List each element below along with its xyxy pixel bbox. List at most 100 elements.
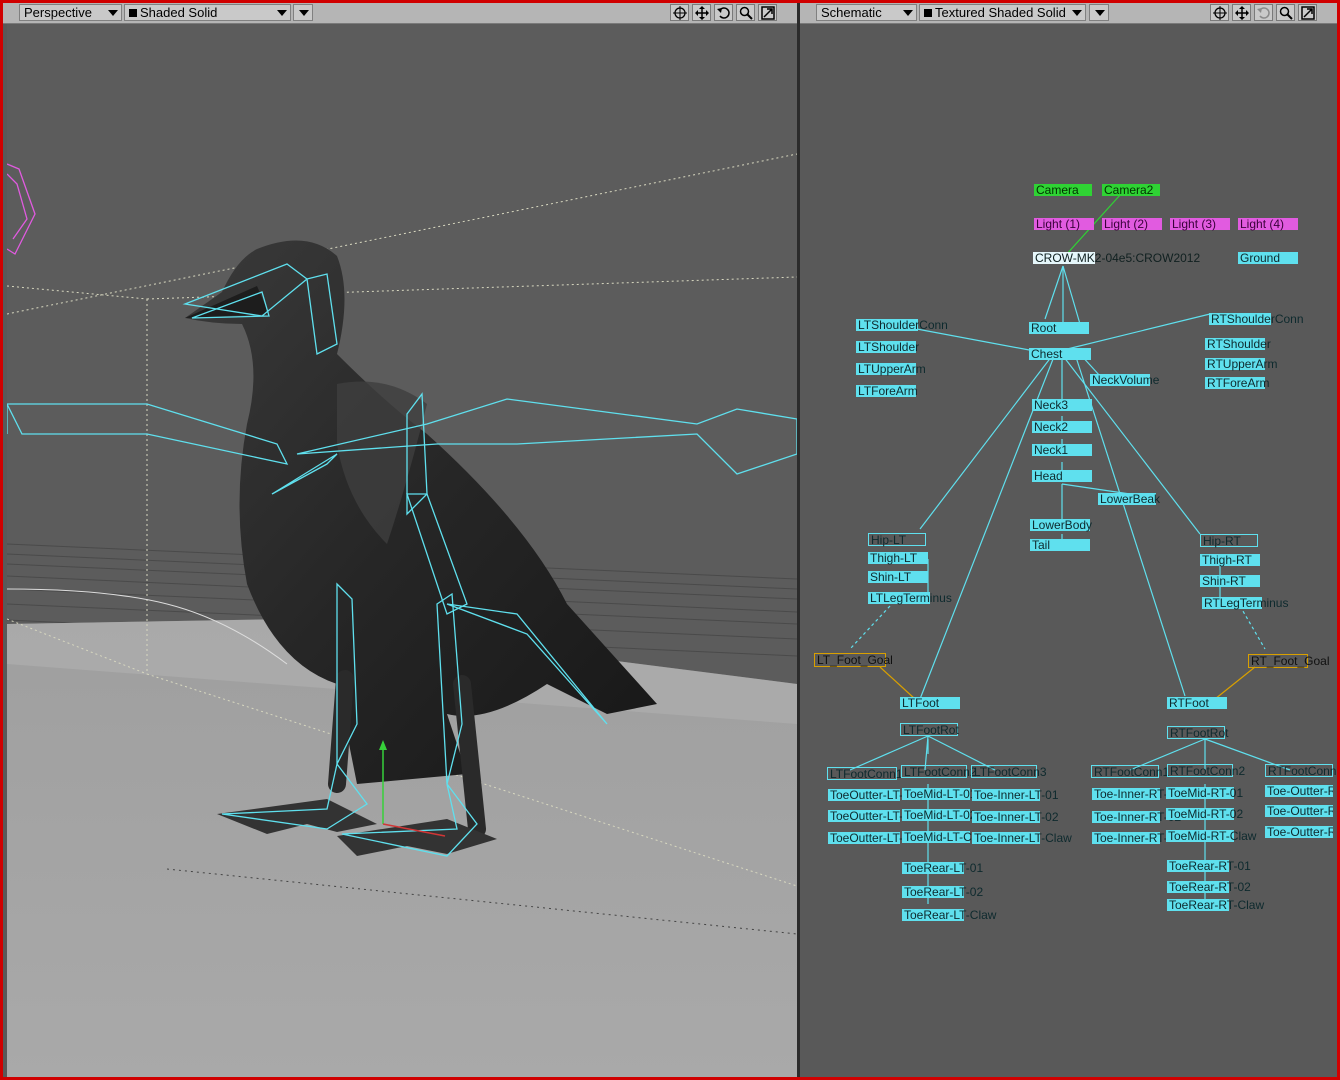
object-node-label: CROW-MK2-04e5:CROW2012 bbox=[1035, 251, 1201, 265]
shin-lt-node[interactable]: Shin-LT bbox=[868, 571, 928, 583]
tail-bone-node[interactable]: Tail bbox=[1030, 539, 1090, 551]
toeoutter-lt-claw-node[interactable]: ToeOutter-LT-Claw bbox=[828, 832, 930, 844]
toeoutter-lt-01-node[interactable]: ToeOutter-LT-01 bbox=[828, 789, 916, 801]
rtfootconn3-node[interactable]: RTFootConn3 bbox=[1265, 764, 1337, 777]
toerear-rt-claw-node[interactable]: ToeRear-RT-Claw bbox=[1167, 899, 1264, 911]
toerear-lt-02-node[interactable]: ToeRear-LT-02 bbox=[902, 886, 983, 898]
shading-label: Shaded Solid bbox=[140, 5, 218, 20]
chest-bone-node[interactable]: Chest bbox=[1029, 348, 1091, 360]
toe-inner-rt-02-node[interactable]: Toe-Inner-RT-02 bbox=[1092, 811, 1181, 823]
toerear-rt-01-node[interactable]: ToeRear-RT-01 bbox=[1167, 860, 1251, 872]
toe-inner-rt-claw-node[interactable]: Toe-Inner-RT-Claw bbox=[1092, 832, 1194, 844]
perspective-scene bbox=[7, 24, 797, 1077]
view-mode-dropdown[interactable]: Schematic bbox=[816, 4, 917, 21]
lowerbeak-bone-node[interactable]: LowerBeak bbox=[1098, 493, 1160, 505]
perspective-canvas[interactable] bbox=[7, 24, 797, 1077]
shading-dropdown[interactable]: Textured Shaded Solid bbox=[919, 4, 1086, 21]
rotate-button[interactable] bbox=[714, 4, 733, 21]
toe-inner-lt-02-node[interactable]: Toe-Inner-LT-02 bbox=[972, 811, 1059, 823]
move-button[interactable] bbox=[692, 4, 711, 21]
schematic-canvas[interactable]: Camera Camera2 Light (1) Light (2) Light… bbox=[800, 24, 1337, 1077]
center-icon bbox=[673, 6, 687, 20]
toe-inner-rt-01-node[interactable]: Toe-Inner-RT-01 bbox=[1092, 788, 1181, 800]
rtfootrot-node[interactable]: RTFootRot bbox=[1167, 726, 1228, 739]
ltshoulderconn-node[interactable]: LTShoulderConn bbox=[856, 319, 948, 331]
ltfootconn1-node[interactable]: LTFootConn1 bbox=[827, 767, 903, 780]
maximize-button[interactable] bbox=[1298, 4, 1317, 21]
toe-inner-lt-01-node[interactable]: Toe-Inner-LT-01 bbox=[972, 789, 1059, 801]
rtlegterminus-node[interactable]: RTLegTerminus bbox=[1202, 597, 1288, 609]
toemid-rt-02-node[interactable]: ToeMid-RT-02 bbox=[1166, 808, 1243, 820]
rtfootconn1-node[interactable]: RTFootConn1 bbox=[1091, 765, 1169, 778]
rtforearm-node[interactable]: RTForeArm bbox=[1205, 377, 1269, 389]
rt-foot-goal-node[interactable]: RT_Foot_Goal bbox=[1248, 654, 1330, 668]
rtshoulder-node[interactable]: RTShoulder bbox=[1205, 338, 1271, 350]
neck1-bone-node[interactable]: Neck1 bbox=[1032, 444, 1092, 456]
rotate-icon bbox=[717, 7, 730, 19]
thigh-lt-node[interactable]: Thigh-LT bbox=[868, 552, 928, 564]
toe-outter-rt-01-node[interactable]: Toe-Outter-RT-01 bbox=[1265, 785, 1333, 797]
rtfootconn2-node[interactable]: RTFootConn2 bbox=[1167, 764, 1245, 777]
light-node-4[interactable]: Light (4) bbox=[1238, 218, 1298, 230]
toemid-lt-claw-node[interactable]: ToeMid-LT-Claw bbox=[902, 831, 990, 843]
maximize-button[interactable] bbox=[758, 4, 777, 21]
hip-rt-node[interactable]: Hip-RT bbox=[1200, 534, 1258, 547]
toerear-lt-01-node[interactable]: ToeRear-LT-01 bbox=[902, 862, 983, 874]
ltupperarm-node[interactable]: LTUpperArm bbox=[856, 363, 926, 375]
lowerbody-bone-node[interactable]: LowerBody bbox=[1030, 519, 1092, 531]
chevron-down-icon bbox=[108, 10, 118, 16]
ltfoot-node[interactable]: LTFoot bbox=[900, 697, 960, 709]
rtupperarm-node[interactable]: RTUpperArm bbox=[1205, 358, 1277, 370]
toeoutter-lt-02-node[interactable]: ToeOutter-LT-02 bbox=[828, 810, 916, 822]
ltshoulder-node[interactable]: LTShoulder bbox=[856, 341, 919, 353]
zoom-icon bbox=[1279, 6, 1293, 20]
toemid-rt-claw-node[interactable]: ToeMid-RT-Claw bbox=[1166, 830, 1256, 842]
options-dropdown[interactable] bbox=[293, 4, 313, 21]
chevron-down-icon bbox=[277, 10, 287, 16]
object-node[interactable]: CROW-MK2-04e5:CROW2012 bbox=[1033, 252, 1200, 264]
toerear-lt-claw-node[interactable]: ToeRear-LT-Claw bbox=[902, 909, 996, 921]
toerear-rt-02-node[interactable]: ToeRear-RT-02 bbox=[1167, 881, 1251, 893]
toe-outter-rt-claw-node[interactable]: Toe-Outter-RT-Claw bbox=[1265, 826, 1333, 838]
center-icon bbox=[1213, 6, 1227, 20]
neck3-bone-node[interactable]: Neck3 bbox=[1032, 399, 1092, 411]
ltforearm-node[interactable]: LTForeArm bbox=[856, 385, 918, 397]
neck2-bone-node[interactable]: Neck2 bbox=[1032, 421, 1092, 433]
thigh-rt-node[interactable]: Thigh-RT bbox=[1200, 554, 1260, 566]
hip-lt-node[interactable]: Hip-LT bbox=[868, 533, 926, 546]
rtshoulderconn-node[interactable]: RTShoulderConn bbox=[1209, 313, 1304, 325]
view-mode-dropdown[interactable]: Perspective bbox=[19, 4, 122, 21]
ltlegterminus-node[interactable]: LTLegTerminus bbox=[868, 592, 952, 604]
move-button[interactable] bbox=[1232, 4, 1251, 21]
rotate-button[interactable] bbox=[1254, 4, 1273, 21]
ltfootrot-node[interactable]: LTFootRot bbox=[900, 723, 959, 736]
toemid-lt-02-node[interactable]: ToeMid-LT-02 bbox=[902, 809, 976, 821]
shading-dropdown[interactable]: Shaded Solid bbox=[124, 4, 291, 21]
center-button[interactable] bbox=[1210, 4, 1229, 21]
head-bone-node[interactable]: Head bbox=[1032, 470, 1092, 482]
light-node-1[interactable]: Light (1) bbox=[1034, 218, 1094, 230]
options-dropdown[interactable] bbox=[1089, 4, 1109, 21]
ltfootconn2-node[interactable]: LTFootConn2 bbox=[901, 765, 977, 778]
light-node-3[interactable]: Light (3) bbox=[1170, 218, 1230, 230]
rtfoot-node[interactable]: RTFoot bbox=[1167, 697, 1227, 709]
zoom-button[interactable] bbox=[736, 4, 755, 21]
neckvolume-bone-node[interactable]: NeckVolume bbox=[1090, 374, 1159, 386]
camera-node[interactable]: Camera bbox=[1034, 184, 1092, 196]
toe-outter-rt-02-node[interactable]: Toe-Outter-RT-02 bbox=[1265, 805, 1333, 817]
schematic-viewport[interactable]: Schematic Textured Shaded Solid Camera C… bbox=[800, 3, 1337, 1077]
light-node-2[interactable]: Light (2) bbox=[1102, 218, 1162, 230]
toemid-lt-01-node[interactable]: ToeMid-LT-01 bbox=[902, 788, 976, 800]
camera2-node[interactable]: Camera2 bbox=[1102, 184, 1160, 196]
shading-label: Textured Shaded Solid bbox=[935, 5, 1066, 20]
zoom-button[interactable] bbox=[1276, 4, 1295, 21]
lt-foot-goal-node[interactable]: LT_Foot_Goal bbox=[814, 653, 893, 667]
toe-inner-lt-claw-node[interactable]: Toe-Inner-LT-Claw bbox=[972, 832, 1072, 844]
shin-rt-node[interactable]: Shin-RT bbox=[1200, 575, 1260, 587]
ground-node[interactable]: Ground bbox=[1238, 252, 1298, 264]
perspective-viewport[interactable]: Perspective Shaded Solid bbox=[3, 3, 797, 1077]
center-button[interactable] bbox=[670, 4, 689, 21]
root-bone-node[interactable]: Root bbox=[1029, 322, 1089, 334]
toemid-rt-01-node[interactable]: ToeMid-RT-01 bbox=[1166, 787, 1243, 799]
ltfootconn3-node[interactable]: LTFootConn3 bbox=[971, 765, 1047, 778]
